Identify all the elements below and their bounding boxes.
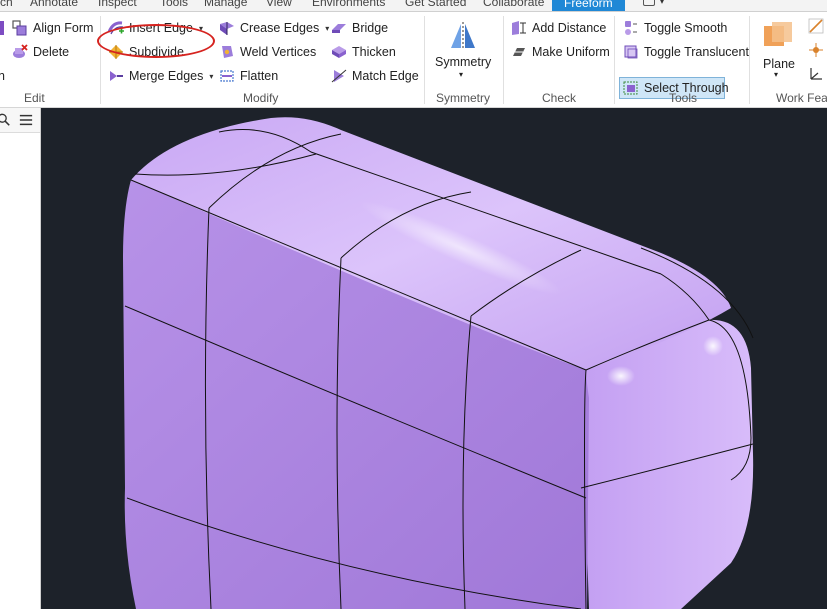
align-form-button[interactable]: Align Form	[12, 18, 93, 38]
chevron-down-icon[interactable]: ▾	[774, 70, 778, 79]
group-divider	[749, 16, 750, 104]
group-divider	[503, 16, 504, 104]
toggle-translucent-label: Toggle Translucent	[644, 45, 749, 59]
graphics-viewport[interactable]	[41, 108, 827, 609]
chevron-down-icon[interactable]: ▾	[209, 72, 213, 81]
toggle-smooth-label: Toggle Smooth	[644, 21, 728, 35]
flatten-label: Flatten	[240, 69, 279, 83]
work-features-group-label: Work Feat	[776, 91, 827, 105]
modify-group-label: Modify	[243, 91, 279, 105]
edit-group-label: Edit	[24, 91, 45, 105]
search-icon[interactable]	[0, 113, 11, 127]
ribbon-tab-strip: ch Annotate Inspect Tools Manage View En…	[0, 0, 827, 12]
ucs-icon[interactable]	[808, 66, 824, 82]
thicken-label: Thicken	[352, 45, 396, 59]
tab-collaborate[interactable]: Collaborate	[483, 0, 544, 9]
chevron-down-icon[interactable]: ▾	[325, 24, 329, 33]
group-divider	[614, 16, 615, 104]
edit-stub-text: n	[0, 69, 5, 83]
match-edge-icon	[331, 69, 347, 83]
chevron-down-icon[interactable]: ▾	[660, 0, 664, 6]
ribbon-panel: Align Form Delete n Edit Insert Edge ▾ S…	[0, 12, 827, 108]
tab-options-icon[interactable]	[643, 0, 655, 6]
edit-form-stub-icon[interactable]	[0, 18, 4, 38]
group-divider	[424, 16, 425, 104]
crease-edges-label: Crease Edges	[240, 21, 320, 35]
tools-group-label: Tools	[669, 91, 698, 105]
axis-icon[interactable]	[808, 18, 824, 34]
plane-label: Plane	[763, 57, 795, 71]
select-through-icon	[623, 81, 638, 95]
check-group-label: Check	[542, 91, 577, 105]
weld-vertices-button[interactable]: Weld Vertices	[219, 42, 316, 62]
toggle-smooth-button[interactable]: Toggle Smooth	[623, 18, 727, 38]
tab-annotate[interactable]: Annotate	[30, 0, 78, 9]
add-distance-button[interactable]: Add Distance	[511, 18, 606, 38]
tab-inspect[interactable]: Inspect	[98, 0, 137, 9]
merge-edges-button[interactable]: Merge Edges ▾	[108, 66, 213, 86]
symmetry-button[interactable]: Symmetry ▾	[432, 16, 494, 82]
make-uniform-button[interactable]: Make Uniform	[511, 42, 610, 62]
delete-icon	[13, 44, 28, 58]
match-edge-button[interactable]: Match Edge	[331, 66, 419, 86]
model-browser-pane	[0, 108, 41, 609]
browser-toolbar	[0, 108, 40, 133]
delete-label: Delete	[33, 45, 70, 59]
symmetry-group-label: Symmetry	[436, 91, 490, 105]
delete-button[interactable]: Delete	[12, 42, 69, 62]
tab-sketch[interactable]: ch	[0, 0, 13, 9]
plane-button[interactable]: Plane ▾	[758, 16, 798, 82]
toggle-translucent-button[interactable]: Toggle Translucent	[623, 42, 749, 62]
thicken-button[interactable]: Thicken	[331, 42, 396, 62]
make-uniform-label: Make Uniform	[532, 45, 610, 59]
tab-tools[interactable]: Tools	[160, 0, 188, 9]
merge-edges-icon	[110, 71, 123, 81]
body-side-face	[581, 319, 754, 609]
align-form-icon	[12, 20, 27, 36]
add-distance-icon	[512, 21, 526, 35]
tab-get-started[interactable]: Get Started	[405, 0, 466, 9]
flatten-icon	[220, 70, 234, 82]
align-form-label: Align Form	[33, 21, 94, 35]
add-distance-label: Add Distance	[532, 21, 607, 35]
toggle-translucent-icon	[624, 45, 638, 59]
weld-vertices-icon	[222, 46, 233, 58]
make-uniform-icon	[513, 48, 525, 56]
insert-edge-annotation	[97, 24, 215, 58]
menu-icon[interactable]	[19, 113, 33, 127]
tab-freeform[interactable]: Freeform	[552, 0, 625, 11]
merge-edges-label: Merge Edges	[129, 69, 204, 83]
bridge-label: Bridge	[352, 21, 389, 35]
freeform-body[interactable]	[41, 108, 827, 609]
match-edge-label: Match Edge	[352, 69, 419, 83]
specular-highlight	[703, 336, 723, 356]
chevron-down-icon[interactable]: ▾	[459, 70, 463, 79]
plane-icon	[764, 22, 792, 46]
tab-view[interactable]: View	[266, 0, 292, 9]
tab-environments[interactable]: Environments	[312, 0, 385, 9]
specular-highlight	[607, 366, 635, 386]
crease-edges-icon	[220, 22, 234, 35]
bridge-button[interactable]: Bridge	[331, 18, 388, 38]
tab-manage[interactable]: Manage	[204, 0, 247, 9]
weld-vertices-label: Weld Vertices	[240, 45, 317, 59]
symmetry-icon	[451, 22, 475, 50]
flatten-button[interactable]: Flatten	[219, 66, 278, 86]
bridge-icon	[332, 24, 346, 33]
group-divider	[100, 16, 101, 104]
toggle-smooth-icon	[625, 21, 637, 35]
crease-edges-button[interactable]: Crease Edges ▾	[219, 18, 329, 38]
symmetry-label: Symmetry	[435, 55, 492, 69]
thicken-icon	[332, 46, 346, 58]
point-icon[interactable]	[808, 42, 824, 58]
